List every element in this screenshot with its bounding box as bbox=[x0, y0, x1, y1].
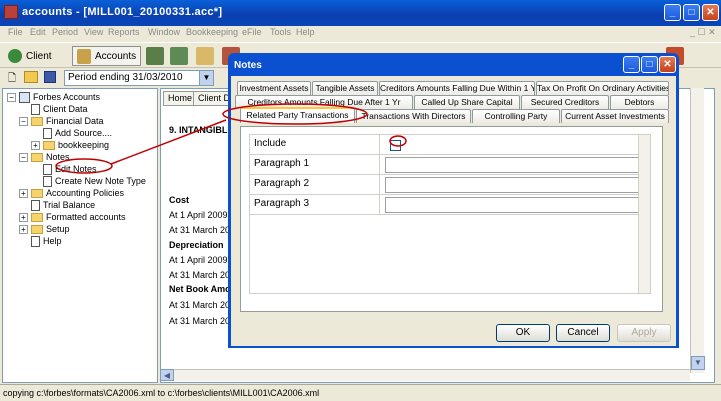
annotation-ellipse-edit-notes bbox=[55, 158, 113, 174]
annotation-ellipse-checkbox bbox=[389, 135, 407, 147]
annotation-ellipse-tab bbox=[222, 103, 368, 125]
annotation-arrow-line bbox=[110, 119, 227, 165]
annotation-overlay bbox=[55, 103, 407, 174]
